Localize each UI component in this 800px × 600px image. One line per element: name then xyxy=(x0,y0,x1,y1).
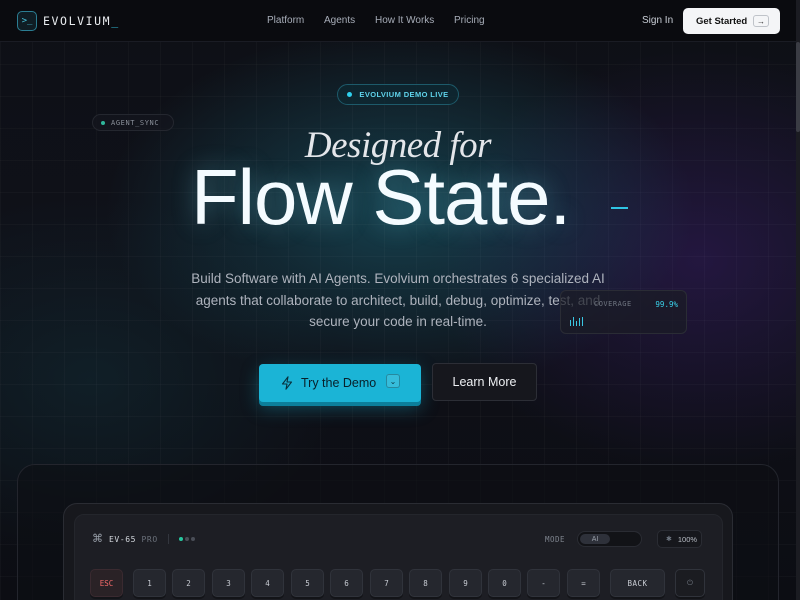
bluetooth-icon: ✱ xyxy=(666,536,672,543)
divider xyxy=(168,534,169,544)
coverage-card: COVERAGE 99.9% xyxy=(560,290,687,334)
nav-link-how-it-works[interactable]: How It Works xyxy=(375,15,434,26)
key-3[interactable]: 3 xyxy=(212,569,245,597)
try-demo-label: Try the Demo xyxy=(301,376,377,390)
mode-label: MODE xyxy=(545,535,566,544)
top-nav: >_ EVOLVIUM_ Platform Agents How It Work… xyxy=(0,0,796,42)
get-started-button[interactable]: Get Started → xyxy=(683,8,780,34)
battery-indicator: ✱ 100% xyxy=(657,530,702,548)
status-dot xyxy=(185,537,189,541)
logo-text: EVOLVIUM xyxy=(43,14,112,28)
try-demo-button[interactable]: Try the Demo ⌄ xyxy=(259,364,421,402)
mode-toggle[interactable]: AI xyxy=(577,531,642,547)
nav-link-pricing[interactable]: Pricing xyxy=(454,15,485,26)
get-started-label: Get Started xyxy=(696,15,748,27)
key-esc[interactable]: ESC xyxy=(90,569,123,597)
key-7[interactable]: 7 xyxy=(370,569,403,597)
hero-subtitle: Build Software with AI Agents. Evolvium … xyxy=(191,271,605,329)
live-dot-icon xyxy=(347,92,353,97)
key-minus[interactable]: - xyxy=(527,569,560,597)
arrow-right-icon: → xyxy=(753,15,769,27)
nav-link-agents[interactable]: Agents xyxy=(324,15,355,26)
sparkline-bar xyxy=(573,317,574,326)
key-0[interactable]: 0 xyxy=(488,569,521,597)
key-2[interactable]: 2 xyxy=(172,569,205,597)
logo-wordmark[interactable]: EVOLVIUM_ xyxy=(43,14,120,28)
status-dots xyxy=(179,537,197,541)
mode-pill: AI xyxy=(580,534,610,544)
key-backspace[interactable]: BACK xyxy=(610,569,665,597)
power-icon[interactable]: ⏻ xyxy=(675,569,705,597)
learn-more-button[interactable]: Learn More xyxy=(432,363,537,401)
scrollbar-thumb[interactable] xyxy=(796,42,800,132)
sparkline-bar xyxy=(579,318,580,326)
key-equals[interactable]: = xyxy=(567,569,600,597)
key-1[interactable]: 1 xyxy=(133,569,166,597)
heading-cursor xyxy=(611,207,628,209)
nav-link-platform[interactable]: Platform xyxy=(267,15,304,26)
sparkline-bar xyxy=(570,320,571,326)
demo-live-badge: EVOLVIUM DEMO LIVE xyxy=(337,84,459,105)
key-8[interactable]: 8 xyxy=(409,569,442,597)
logo-cursor: _ xyxy=(111,14,120,28)
scrollbar[interactable] xyxy=(796,0,800,600)
device-model: EV-65 xyxy=(109,535,137,544)
key-4[interactable]: 4 xyxy=(251,569,284,597)
key-5[interactable]: 5 xyxy=(291,569,324,597)
chevron-down-icon: ⌄ xyxy=(386,374,400,388)
coverage-label: COVERAGE xyxy=(594,300,632,308)
sign-in-link[interactable]: Sign In xyxy=(642,15,673,26)
status-dot-active xyxy=(179,537,183,541)
command-icon: ⌘ xyxy=(92,533,103,545)
demo-badge-label: EVOLVIUM DEMO LIVE xyxy=(359,90,449,99)
key-6[interactable]: 6 xyxy=(330,569,363,597)
page: >_ EVOLVIUM_ Platform Agents How It Work… xyxy=(0,0,800,600)
device-suffix: PRO xyxy=(141,535,158,544)
hero-heading-main: Flow State. xyxy=(191,153,571,241)
battery-value: 100% xyxy=(677,534,698,544)
sparkline-bar xyxy=(582,317,583,326)
key-9[interactable]: 9 xyxy=(449,569,482,597)
lightning-icon xyxy=(281,376,293,390)
device-title: EV-65 PRO xyxy=(109,535,158,544)
coverage-value: 99.9% xyxy=(655,300,678,309)
sparkline-bar xyxy=(576,321,577,326)
coverage-sparkline-icon xyxy=(570,317,585,326)
status-dot xyxy=(191,537,195,541)
terminal-icon[interactable]: >_ xyxy=(17,11,37,31)
